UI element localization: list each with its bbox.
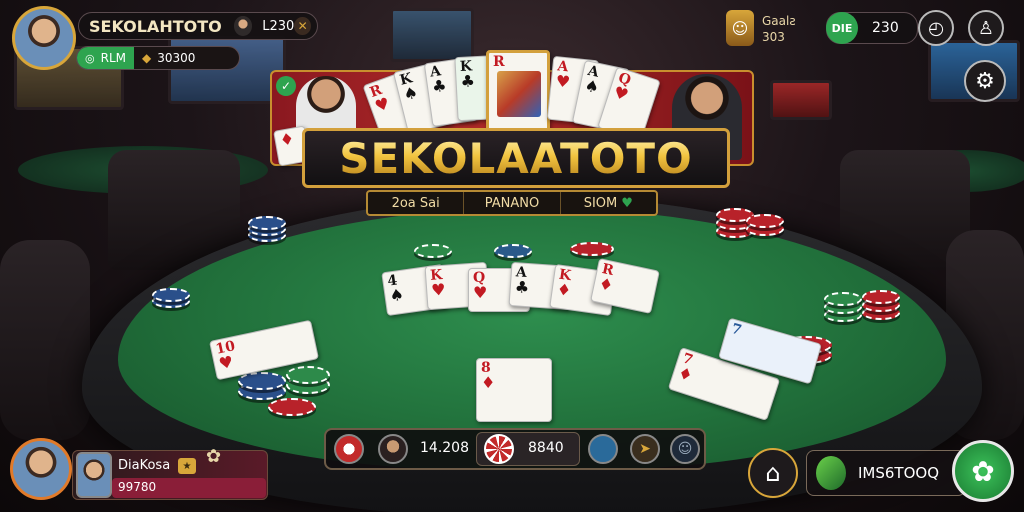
- bottom-right-label: IMS6TOOQ: [858, 464, 940, 482]
- currency-value: 30300: [157, 51, 196, 65]
- person-icon[interactable]: ♙: [968, 10, 1004, 46]
- diamond-icon[interactable]: [588, 434, 618, 464]
- flower-icon[interactable]: ✿: [206, 446, 221, 467]
- player-avatar-large[interactable]: [10, 438, 72, 500]
- trophy-icon: ☺: [726, 10, 754, 46]
- playing-card[interactable]: 8 ♦: [476, 358, 552, 422]
- chip-stack: [570, 238, 614, 260]
- top-badge-line2: 303: [762, 30, 785, 44]
- brand-pill: SEKOLAHTOTO L230 ✕: [78, 12, 318, 40]
- chip-icon: ◆: [142, 51, 152, 65]
- game-scene: 10 ♥ 7 ♦ 7 8 ♦ 4 ♠ K ♥ Q ♥ A ♣ K ♦ R ♦ SEKOLAHTOTO L23…: [0, 0, 1024, 512]
- dealer-left-figure: [296, 76, 356, 136]
- status-value: 230: [872, 20, 899, 36]
- sub-item-label: SIOM: [583, 195, 618, 211]
- chip-stack: [716, 196, 786, 242]
- shield-icon[interactable]: ☺: [670, 434, 700, 464]
- currency-green-section[interactable]: ◎ RLM: [77, 47, 134, 69]
- chip-stack: [824, 284, 904, 324]
- currency-label: RLM: [100, 51, 126, 65]
- check-icon[interactable]: ✓: [276, 76, 296, 96]
- player-value: 99780: [118, 480, 157, 494]
- gear-icon[interactable]: ⚙: [964, 60, 1006, 102]
- banner-card-fan: R ♥ K ♠ A ♣ K ♣ R A ♥ A ♠ Q ♥: [362, 50, 662, 146]
- pot-value: 8840: [528, 440, 564, 456]
- settings-flower-button[interactable]: ✿: [952, 440, 1014, 502]
- home-icon[interactable]: ⌂: [748, 448, 798, 498]
- mini-avatar: [233, 16, 253, 36]
- bet-amount: 14.208: [420, 440, 469, 456]
- opponent-mini-avatar[interactable]: [378, 434, 408, 464]
- top-badge-line1: Gaalƨ: [762, 14, 796, 28]
- sub-item-2[interactable]: SIOM ♥: [561, 192, 656, 214]
- game-logo-plate: SEKOLAATOTO: [302, 128, 730, 188]
- background-screen: [770, 80, 832, 120]
- opponent-avatar[interactable]: [76, 452, 112, 498]
- brand-name: SEKOLAHTOTO: [89, 16, 222, 36]
- background-screen: [390, 8, 474, 62]
- compass-icon[interactable]: ➤: [630, 434, 660, 464]
- chair: [0, 240, 90, 440]
- coin-icon: ◎: [85, 51, 95, 65]
- chip-stack: [248, 214, 288, 244]
- status-badge[interactable]: DIE: [826, 12, 858, 44]
- sub-item-label: 2oa Sai: [391, 195, 440, 211]
- close-icon[interactable]: ✕: [294, 17, 311, 35]
- gauge-icon[interactable]: ◴: [918, 10, 954, 46]
- chip-icon: [484, 434, 514, 464]
- sub-item-label: PANANO: [484, 195, 540, 211]
- mascot-icon[interactable]: [334, 434, 364, 464]
- community-cards: 4 ♠ K ♥ Q ♥ A ♣ K ♦ R ♦: [381, 258, 660, 317]
- level-badge: ★: [178, 458, 196, 474]
- sub-item-0[interactable]: 2oa Sai: [368, 192, 465, 214]
- leaf-icon: [816, 456, 846, 490]
- player-avatar[interactable]: [12, 6, 76, 70]
- chip-stack: [414, 240, 454, 260]
- player-name: DiaKosa: [118, 458, 171, 473]
- currency-pill: ◎ RLM ◆ 30300: [76, 46, 240, 70]
- action-bar: 14.208 8840 ➤ ☺: [324, 428, 706, 470]
- banner-sub-bar: 2oa Sai PANANO SIOM ♥: [366, 190, 658, 216]
- chip-stack: [494, 242, 534, 262]
- top-left-value: L230: [262, 18, 295, 34]
- chip-stack: [152, 286, 192, 310]
- game-logo: SEKOLAATOTO: [339, 133, 693, 183]
- sub-item-1[interactable]: PANANO: [464, 192, 561, 214]
- gem-icon: ♥: [621, 195, 633, 211]
- status-pill: DIE 230: [826, 12, 918, 44]
